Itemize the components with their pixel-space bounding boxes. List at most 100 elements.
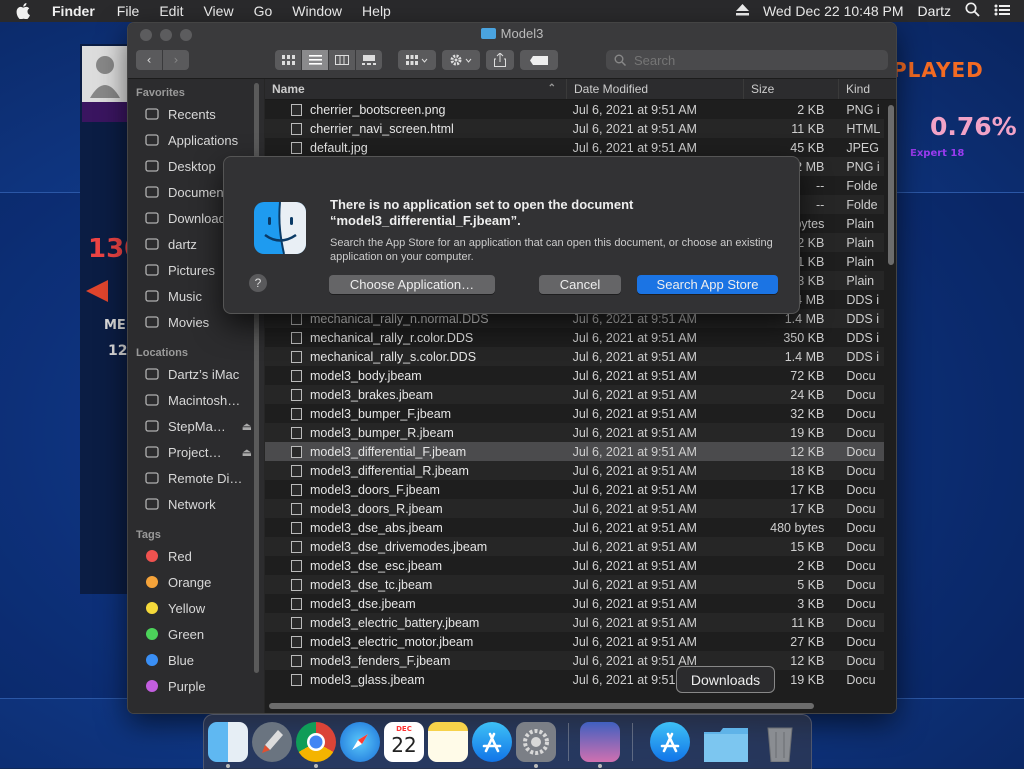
file-row[interactable]: cherrier_bootscreen.png Jul 6, 2021 at 9:… <box>265 100 884 119</box>
column-view-button[interactable] <box>329 50 356 70</box>
help-button[interactable]: ? <box>249 274 267 292</box>
file-row[interactable]: model3_brakes.jbeam Jul 6, 2021 at 9:51 A… <box>265 385 884 404</box>
file-row[interactable]: model3_glass.jbeam Jul 6, 2021 at 9:51 AM… <box>265 670 884 689</box>
menu-edit[interactable]: Edit <box>159 3 183 19</box>
control-center-icon[interactable] <box>994 3 1010 19</box>
file-row[interactable]: model3_bumper_R.jbeam Jul 6, 2021 at 9:51… <box>265 423 884 442</box>
menu-window[interactable]: Window <box>292 3 342 19</box>
file-row[interactable]: model3_differential_F.jbeam Jul 6, 2021 a… <box>265 442 884 461</box>
game-label-12: 12 <box>108 343 128 359</box>
file-date-modified: Jul 6, 2021 at 9:51 AM <box>572 330 697 345</box>
sidebar-item-macintosh[interactable]: Macintosh… <box>128 387 264 413</box>
file-row[interactable]: model3_differential_R.jbeam Jul 6, 2021 a… <box>265 461 884 480</box>
sidebar-item-blue[interactable]: Blue <box>128 647 264 673</box>
sidebar-item-red[interactable]: Red <box>128 543 264 569</box>
column-size[interactable]: Size <box>744 79 839 99</box>
menubar-clock[interactable]: Wed Dec 22 10:48 PM <box>763 3 904 19</box>
file-row[interactable]: model3_electric_motor.jbeam Jul 6, 2021 a… <box>265 632 884 651</box>
cancel-button[interactable]: Cancel <box>539 275 621 294</box>
file-row[interactable]: model3_fenders_F.jbeam Jul 6, 2021 at 9:5… <box>265 651 884 670</box>
eject-icon[interactable] <box>735 3 749 19</box>
choose-application-button[interactable]: Choose Application… <box>329 275 495 294</box>
downloads-folder-icon[interactable] <box>704 722 748 762</box>
search-input[interactable] <box>632 51 876 69</box>
sidebar-item-dartz-s-imac[interactable]: Dartz’s iMac <box>128 361 264 387</box>
search-field[interactable] <box>606 50 888 70</box>
file-size: 11 KB <box>791 121 825 136</box>
eject-icon[interactable]: ⏏ <box>242 420 252 433</box>
column-kind[interactable]: Kind <box>839 79 896 99</box>
menu-file[interactable]: File <box>117 3 140 19</box>
menubar-user[interactable]: Dartz <box>918 3 951 19</box>
finder-dock-icon[interactable] <box>208 722 248 762</box>
file-name-cell: model3_dse_abs.jbeam <box>265 521 565 535</box>
file-row[interactable]: cherrier_navi_screen.html Jul 6, 2021 at … <box>265 119 884 138</box>
eject-icon[interactable]: ⏏ <box>242 446 252 459</box>
launchpad-icon[interactable] <box>252 722 292 762</box>
file-row[interactable]: model3_doors_F.jbeam Jul 6, 2021 at 9:51 … <box>265 480 884 499</box>
sidebar-item-remote-di[interactable]: Remote Di… <box>128 465 264 491</box>
file-row[interactable]: mechanical_rally_r.color.DDS Jul 6, 2021 … <box>265 328 884 347</box>
safari-icon[interactable] <box>340 722 380 762</box>
sidebar-item-project[interactable]: Project… ⏏ <box>128 439 264 465</box>
calendar-icon[interactable]: DEC 22 <box>384 722 424 762</box>
file-row[interactable]: model3_doors_R.jbeam Jul 6, 2021 at 9:51 … <box>265 499 884 518</box>
trash-icon[interactable] <box>760 722 800 763</box>
sidebar-item-orange[interactable]: Orange <box>128 569 264 595</box>
forward-button[interactable]: › <box>163 50 189 70</box>
file-row[interactable]: model3_bumper_F.jbeam Jul 6, 2021 at 9:51… <box>265 404 884 423</box>
group-by-button[interactable] <box>398 50 436 70</box>
sidebar-item-yellow[interactable]: Yellow <box>128 595 264 621</box>
menu-finder[interactable]: Finder <box>52 3 95 19</box>
sidebar-item-applications[interactable]: Applications <box>128 127 264 153</box>
game-icon[interactable] <box>580 722 620 762</box>
share-button[interactable] <box>486 50 514 70</box>
sidebar-item-recents[interactable]: Recents <box>128 101 264 127</box>
list-view-button[interactable] <box>302 50 329 70</box>
chrome-icon[interactable] <box>296 722 336 762</box>
file-date-modified: Jul 6, 2021 at 9:51 AM <box>572 387 697 402</box>
vertical-scrollbar[interactable] <box>888 105 894 265</box>
file-row[interactable]: model3_dse_drivemodes.jbeam Jul 6, 2021 a… <box>265 537 884 556</box>
file-row[interactable]: model3_electric_battery.jbeam Jul 6, 2021… <box>265 613 884 632</box>
app-store-icon[interactable] <box>472 722 512 762</box>
file-kind: Docu <box>846 520 876 535</box>
file-name-cell: model3_doors_R.jbeam <box>265 502 565 516</box>
apple-icon[interactable] <box>16 0 38 22</box>
sidebar-item-label: Orange <box>168 574 212 590</box>
spotlight-search-icon[interactable] <box>965 2 980 20</box>
file-row[interactable]: model3_dse_esc.jbeam Jul 6, 2021 at 9:51 … <box>265 556 884 575</box>
file-row[interactable]: default.jpg Jul 6, 2021 at 9:51 AM 45 KB JP… <box>265 138 884 157</box>
file-row[interactable]: model3_dse.jbeam Jul 6, 2021 at 9:51 AM 3 … <box>265 594 884 613</box>
document-icon <box>291 350 302 363</box>
file-name: default.jpg <box>310 140 368 155</box>
file-row[interactable]: mechanical_rally_s.color.DDS Jul 6, 2021 … <box>265 347 884 366</box>
system-preferences-icon[interactable] <box>516 722 556 762</box>
file-date-modified: Jul 6, 2021 at 9:51 AM <box>572 558 697 573</box>
menu-go[interactable]: Go <box>254 3 273 19</box>
column-name[interactable]: Name ⌃ <box>265 79 567 99</box>
file-date-modified: Jul 6, 2021 at 9:51 AM <box>572 615 697 630</box>
file-kind: Docu <box>846 558 876 573</box>
app-store-icon[interactable] <box>650 722 690 762</box>
action-gear-button[interactable] <box>442 50 480 70</box>
file-row[interactable]: model3_dse_tc.jbeam Jul 6, 2021 at 9:51 A… <box>265 575 884 594</box>
file-row[interactable]: model3_body.jbeam Jul 6, 2021 at 9:51 AM 7… <box>265 366 884 385</box>
gallery-view-button[interactable] <box>356 50 382 70</box>
sidebar-item-network[interactable]: Network <box>128 491 264 517</box>
menu-view[interactable]: View <box>203 3 233 19</box>
file-kind: Docu <box>846 406 876 421</box>
notes-icon[interactable] <box>428 722 468 762</box>
dock-separator <box>568 723 569 761</box>
sidebar-item-stepma[interactable]: StepMa… ⏏ <box>128 413 264 439</box>
sidebar-item-green[interactable]: Green <box>128 621 264 647</box>
menu-help[interactable]: Help <box>362 3 391 19</box>
horizontal-scrollbar[interactable] <box>269 703 814 709</box>
sidebar-item-purple[interactable]: Purple <box>128 673 264 699</box>
file-row[interactable]: model3_dse_abs.jbeam Jul 6, 2021 at 9:51 … <box>265 518 884 537</box>
column-date-modified[interactable]: Date Modified <box>567 79 744 99</box>
search-app-store-button[interactable]: Search App Store <box>637 275 778 294</box>
icon-view-button[interactable] <box>275 50 302 70</box>
tag-button[interactable] <box>520 50 558 70</box>
back-button[interactable]: ‹ <box>136 50 163 70</box>
